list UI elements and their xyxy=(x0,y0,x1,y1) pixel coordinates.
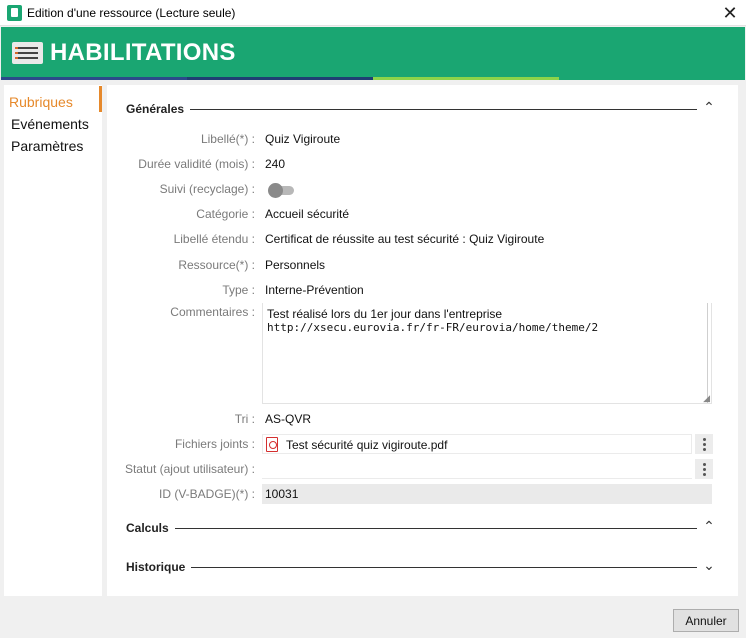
fichiers-menu-icon[interactable] xyxy=(695,434,713,454)
close-icon[interactable]: ✕ xyxy=(714,0,746,26)
section-generales[interactable]: Générales ⌃ xyxy=(126,99,716,122)
stripe-4 xyxy=(559,77,745,80)
type-value: Interne-Prévention xyxy=(265,283,364,297)
pdf-icon xyxy=(266,437,278,452)
categorie-label: Catégorie : xyxy=(196,207,255,221)
suivi-label: Suivi (recyclage) : xyxy=(159,182,255,196)
module-title: HABILITATIONS xyxy=(50,39,236,66)
sidebar: Rubriques Evénements Paramètres xyxy=(4,85,102,596)
section-divider xyxy=(126,109,697,110)
section-divider xyxy=(126,567,697,568)
section-historique[interactable]: Historique ⌄ xyxy=(126,557,716,580)
section-title: Calculs xyxy=(126,521,175,535)
categorie-value: Accueil sécurité xyxy=(265,207,350,221)
tri-value: AS-QVR xyxy=(265,412,312,426)
statut-field[interactable] xyxy=(262,459,692,479)
sidebar-item-evenements[interactable]: Evénements xyxy=(11,116,89,132)
libelle-value: Quiz Vigiroute xyxy=(265,132,341,146)
statut-label: Statut (ajout utilisateur) : xyxy=(124,462,255,476)
commentaires-label: Commentaires : xyxy=(170,305,255,319)
libelle-etendu-label: Libellé étendu : xyxy=(173,232,255,246)
comment-line: Test réalisé lors du 1er jour dans l'ent… xyxy=(267,307,503,321)
ressource-label: Ressource(*) : xyxy=(178,258,255,272)
cancel-button[interactable]: Annuler xyxy=(673,609,739,632)
duree-value: 240 xyxy=(265,157,286,171)
sidebar-item-rubriques[interactable]: Rubriques xyxy=(9,94,73,110)
statut-menu-icon[interactable] xyxy=(695,459,713,479)
active-marker xyxy=(99,86,102,112)
libelle-etendu-value: Certificat de réussite au test sécurité … xyxy=(265,232,545,246)
id-badge-label: ID (V-BADGE)(*) : xyxy=(158,487,255,501)
textarea-scrollbar[interactable] xyxy=(707,303,711,403)
ressource-value: Personnels xyxy=(265,258,326,272)
window-title: Edition d'une ressource (Lecture seule) xyxy=(27,6,236,20)
tri-label: Tri : xyxy=(234,412,255,426)
form-panel: Générales ⌃ Libellé(*) : Quiz Vigiroute … xyxy=(107,85,738,596)
type-label: Type : xyxy=(222,283,255,297)
id-badge-value: 10031 xyxy=(265,487,299,501)
commentaires-textarea[interactable]: Test réalisé lors du 1er jour dans l'ent… xyxy=(262,303,712,404)
file-link[interactable]: Test sécurité quiz vigiroute.pdf xyxy=(286,438,447,452)
resize-grip-icon[interactable]: ◢ xyxy=(703,394,710,403)
module-banner: HABILITATIONS xyxy=(1,27,745,77)
section-calculs[interactable]: Calculs ⌃ xyxy=(126,518,716,541)
chevron-up-icon[interactable]: ⌃ xyxy=(702,518,716,535)
comment-line: http://xsecu.eurovia.fr/fr-FR/eurovia/ho… xyxy=(267,321,599,334)
list-icon xyxy=(12,42,43,64)
chevron-up-icon[interactable]: ⌃ xyxy=(702,99,716,116)
section-divider xyxy=(126,528,697,529)
id-badge-field[interactable]: 10031 xyxy=(262,484,712,504)
stripe-2 xyxy=(187,77,373,80)
chevron-down-icon[interactable]: ⌄ xyxy=(702,557,716,574)
suivi-toggle[interactable] xyxy=(268,183,296,198)
duree-label: Durée validité (mois) : xyxy=(138,157,255,171)
section-title: Générales xyxy=(126,102,191,116)
app-icon xyxy=(7,5,22,21)
toggle-knob xyxy=(268,183,283,198)
title-bar: Edition d'une ressource (Lecture seule) … xyxy=(0,0,746,26)
fichiers-label: Fichiers joints : xyxy=(174,437,255,451)
stripe-3 xyxy=(373,77,559,80)
stripe-1 xyxy=(1,77,187,80)
fichiers-field[interactable]: Test sécurité quiz vigiroute.pdf xyxy=(262,434,692,454)
libelle-label: Libellé(*) : xyxy=(200,132,255,146)
sidebar-item-parametres[interactable]: Paramètres xyxy=(11,138,83,154)
section-title: Historique xyxy=(126,560,192,574)
